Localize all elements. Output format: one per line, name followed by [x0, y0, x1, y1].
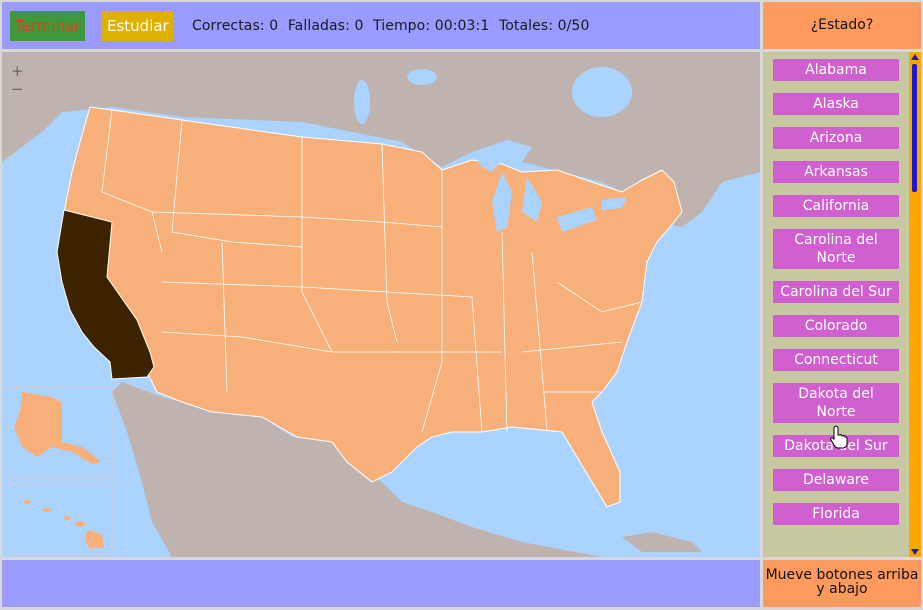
terminar-button[interactable]: Terminar: [10, 11, 86, 41]
correct-count: Correctas: 0: [192, 18, 279, 34]
estudiar-button[interactable]: Estudiar: [102, 11, 174, 41]
state-button[interactable]: Carolina del Norte: [773, 229, 899, 269]
state-button[interactable]: Arkansas: [773, 161, 899, 183]
map-canvas: [2, 52, 760, 557]
vertical-scrollbar[interactable]: [909, 52, 921, 557]
state-button[interactable]: Colorado: [773, 315, 899, 337]
state-button[interactable]: Carolina del Sur: [773, 281, 899, 303]
state-button[interactable]: Connecticut: [773, 349, 899, 371]
hudson-bay: [572, 67, 632, 117]
state-button[interactable]: Delaware: [773, 469, 899, 491]
scrollbar-thumb[interactable]: [912, 64, 917, 192]
instruction-hint: Mueve botones arriba y abajo: [763, 560, 921, 607]
state-button[interactable]: Alabama: [773, 59, 899, 81]
top-toolbar: Terminar Estudiar Correctas: 0 Falladas:…: [2, 2, 760, 49]
state-button[interactable]: Florida: [773, 503, 899, 525]
scroll-up-arrow-icon[interactable]: [911, 54, 919, 60]
score-stats: Correctas: 0 Falladas: 0 Tiempo: 00:03:1…: [192, 18, 594, 34]
zoom-in-button[interactable]: +: [11, 62, 24, 80]
lake: [354, 80, 370, 124]
zoom-out-button[interactable]: −: [11, 80, 24, 98]
totals-count: Totales: 0/50: [498, 18, 590, 34]
scroll-down-arrow-icon[interactable]: [911, 549, 919, 555]
state-button[interactable]: Arizona: [773, 127, 899, 149]
state-button[interactable]: Dakota del Sur: [773, 435, 899, 457]
lake: [407, 69, 437, 85]
status-button[interactable]: ¿Estado?: [763, 2, 921, 49]
cuba-landmass: [622, 532, 702, 552]
state-button[interactable]: Dakota del Norte: [773, 383, 899, 423]
state-button[interactable]: California: [773, 195, 899, 217]
state-button-panel: Alabama Alaska Arizona Arkansas Californ…: [763, 52, 921, 557]
elapsed-time: Tiempo: 00:03:1: [373, 18, 490, 34]
failed-count: Falladas: 0: [287, 18, 364, 34]
state-button[interactable]: Alaska: [773, 93, 899, 115]
us-map[interactable]: + −: [2, 52, 760, 557]
state-list: Alabama Alaska Arizona Arkansas Californ…: [773, 59, 901, 537]
bottom-bar: [2, 560, 760, 607]
